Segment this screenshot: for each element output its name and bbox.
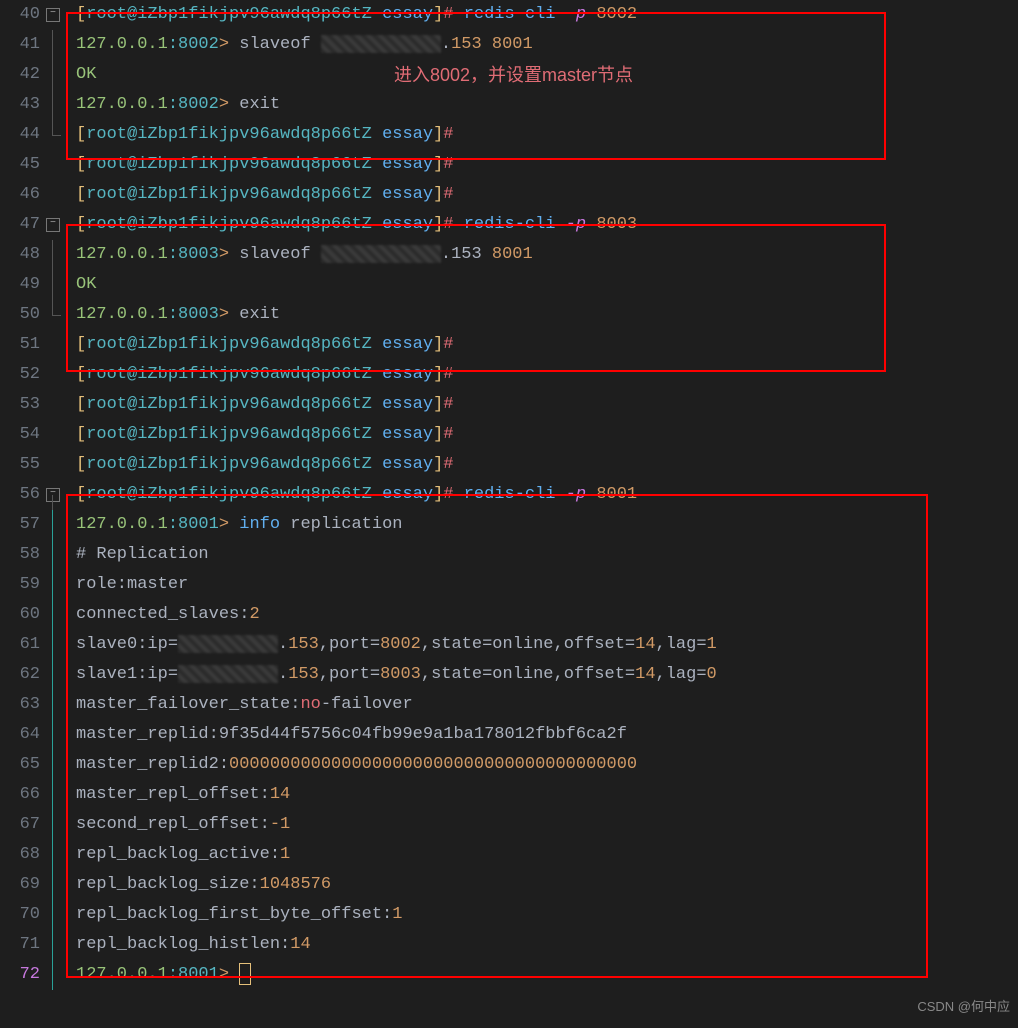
- code-line[interactable]: 65 master_replid2:0000000000000000000000…: [0, 750, 1018, 780]
- code-line[interactable]: 62 slave1:ip=.153,port=8003,state=online…: [0, 660, 1018, 690]
- code-line[interactable]: 54[root@iZbp1fikjpv96awdq8p66tZ essay]#: [0, 420, 1018, 450]
- line-number: 47: [0, 210, 44, 240]
- text-cursor: [239, 963, 251, 985]
- annotation-text: 进入8002，并设置master节点: [394, 60, 633, 90]
- line-number: 63: [0, 690, 44, 720]
- line-number: 61: [0, 630, 44, 660]
- code-line[interactable]: 63 master_failover_state:no-failover: [0, 690, 1018, 720]
- code-line[interactable]: 40 − [root@iZbp1fikjpv96awdq8p66tZ essay…: [0, 0, 1018, 30]
- fold-minus-icon[interactable]: −: [46, 218, 60, 232]
- code-line[interactable]: 56 − [root@iZbp1fikjpv96awdq8p66tZ essay…: [0, 480, 1018, 510]
- code-line[interactable]: 66 master_repl_offset:14: [0, 780, 1018, 810]
- line-number: 51: [0, 330, 44, 360]
- line-number: 53: [0, 390, 44, 420]
- code-line[interactable]: 46 [root@iZbp1fikjpv96awdq8p66tZ essay]#: [0, 180, 1018, 210]
- line-number: 40: [0, 0, 44, 30]
- line-number: 48: [0, 240, 44, 270]
- code-editor: 40 − [root@iZbp1fikjpv96awdq8p66tZ essay…: [0, 0, 1018, 1028]
- code-line[interactable]: 64 master_replid:9f35d44f5756c04fb99e9a1…: [0, 720, 1018, 750]
- line-number: 44: [0, 120, 44, 150]
- code-line[interactable]: 48 127.0.0.1:8003> slaveof .153 8001: [0, 240, 1018, 270]
- line-number: 46: [0, 180, 44, 210]
- code-line[interactable]: 71 repl_backlog_histlen:14: [0, 930, 1018, 960]
- code-line[interactable]: 47 − [root@iZbp1fikjpv96awdq8p66tZ essay…: [0, 210, 1018, 240]
- line-number: 62: [0, 660, 44, 690]
- fold-minus-icon[interactable]: −: [46, 8, 60, 22]
- line-number: 41: [0, 30, 44, 60]
- code-line[interactable]: 61 slave0:ip=.153,port=8002,state=online…: [0, 630, 1018, 660]
- censored-ip: [178, 665, 278, 683]
- code-line[interactable]: 52[root@iZbp1fikjpv96awdq8p66tZ essay]#: [0, 360, 1018, 390]
- line-number: 70: [0, 900, 44, 930]
- code-line[interactable]: 68 repl_backlog_active:1: [0, 840, 1018, 870]
- code-line[interactable]: 72 127.0.0.1:8001>: [0, 960, 1018, 990]
- code-line[interactable]: 57 127.0.0.1:8001> info replication: [0, 510, 1018, 540]
- line-number: 72: [0, 960, 44, 990]
- line-number: 58: [0, 540, 44, 570]
- line-number: 56: [0, 480, 44, 510]
- code-line[interactable]: 45 [root@iZbp1fikjpv96awdq8p66tZ essay]#: [0, 150, 1018, 180]
- code-line[interactable]: 58 # Replication: [0, 540, 1018, 570]
- line-number: 67: [0, 810, 44, 840]
- line-number: 57: [0, 510, 44, 540]
- code-line[interactable]: 50 127.0.0.1:8003> exit: [0, 300, 1018, 330]
- code-line[interactable]: 67 second_repl_offset:-1: [0, 810, 1018, 840]
- line-number: 42: [0, 60, 44, 90]
- line-number: 52: [0, 360, 44, 390]
- fold-minus-icon[interactable]: −: [46, 488, 60, 502]
- code-line[interactable]: 69 repl_backlog_size:1048576: [0, 870, 1018, 900]
- censored-ip: [321, 245, 441, 263]
- code-line[interactable]: 49 OK: [0, 270, 1018, 300]
- code-line[interactable]: 43 127.0.0.1:8002> exit: [0, 90, 1018, 120]
- line-number: 45: [0, 150, 44, 180]
- line-number: 43: [0, 90, 44, 120]
- code-content[interactable]: [root@iZbp1fikjpv96awdq8p66tZ essay]# re…: [64, 0, 1018, 30]
- line-number: 66: [0, 780, 44, 810]
- line-number: 71: [0, 930, 44, 960]
- censored-ip: [321, 35, 441, 53]
- code-line[interactable]: 55[root@iZbp1fikjpv96awdq8p66tZ essay]#: [0, 450, 1018, 480]
- line-number: 59: [0, 570, 44, 600]
- censored-ip: [178, 635, 278, 653]
- line-number: 68: [0, 840, 44, 870]
- code-line[interactable]: 41 127.0.0.1:8002> slaveof .153 8001: [0, 30, 1018, 60]
- line-number: 65: [0, 750, 44, 780]
- code-line[interactable]: 59 role:master: [0, 570, 1018, 600]
- code-line[interactable]: 70 repl_backlog_first_byte_offset:1: [0, 900, 1018, 930]
- code-line[interactable]: 51[root@iZbp1fikjpv96awdq8p66tZ essay]#: [0, 330, 1018, 360]
- line-number: 69: [0, 870, 44, 900]
- code-line[interactable]: 44 [root@iZbp1fikjpv96awdq8p66tZ essay]#: [0, 120, 1018, 150]
- code-line[interactable]: 60 connected_slaves:2: [0, 600, 1018, 630]
- line-number: 50: [0, 300, 44, 330]
- line-number: 49: [0, 270, 44, 300]
- line-number: 54: [0, 420, 44, 450]
- code-line[interactable]: 53[root@iZbp1fikjpv96awdq8p66tZ essay]#: [0, 390, 1018, 420]
- code-line[interactable]: 42 OK进入8002，并设置master节点: [0, 60, 1018, 90]
- line-number: 55: [0, 450, 44, 480]
- fold-gutter[interactable]: −: [44, 0, 64, 30]
- line-number: 64: [0, 720, 44, 750]
- watermark: CSDN @何中应: [917, 992, 1010, 1022]
- line-number: 60: [0, 600, 44, 630]
